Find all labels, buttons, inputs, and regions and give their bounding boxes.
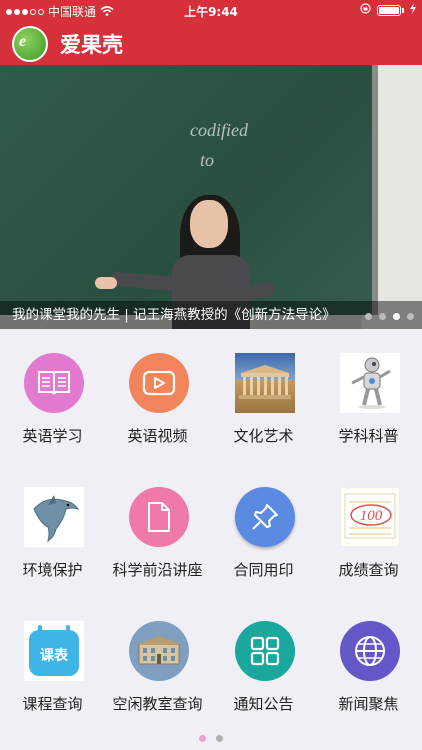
- document-icon: [129, 487, 189, 547]
- status-right: [360, 3, 416, 17]
- app-bar: e 爱果壳: [0, 22, 422, 65]
- robot-icon: [340, 353, 400, 413]
- score-paper-icon: 100: [340, 487, 400, 547]
- grid-item-label: 空闲教室查询: [112, 695, 203, 713]
- grid-item-label: 成绩查询: [338, 561, 399, 579]
- banner-pagination[interactable]: [365, 313, 414, 320]
- dolphin-icon: [24, 487, 84, 547]
- grid-item-label: 科学前沿讲座: [112, 561, 203, 579]
- grid-item-english-video[interactable]: 英语视频: [105, 329, 210, 462]
- page-dot-active[interactable]: [199, 735, 206, 742]
- banner-caption-text: 我的课堂我的先生 | 记王海燕教授的《创新方法导论》: [12, 307, 336, 323]
- logo-letter: e: [19, 32, 27, 50]
- calendar-icon: 课表: [24, 621, 84, 681]
- grid-icon: [235, 621, 295, 681]
- pushpin-icon: [235, 487, 295, 547]
- score-text: 100: [360, 508, 383, 524]
- orientation-lock-icon: [360, 3, 371, 17]
- banner-dot[interactable]: [365, 313, 372, 320]
- app-logo[interactable]: e: [12, 25, 48, 62]
- grid-item-contract-seal[interactable]: 合同用印: [211, 463, 316, 596]
- banner-dot[interactable]: [407, 313, 414, 320]
- grid-item-label: 通知公告: [233, 695, 294, 713]
- battery-tip: [402, 7, 404, 13]
- banner-caption[interactable]: 我的课堂我的先生 | 记王海燕教授的《创新方法导论》: [0, 301, 422, 329]
- feature-grid: 英语学习 英语视频 文化艺术 学科科普 环境保护 科学前沿讲座 合同用印 100…: [0, 329, 422, 730]
- building-icon: [129, 621, 189, 681]
- book-icon: [24, 353, 84, 413]
- grid-item-science[interactable]: 学科科普: [316, 329, 421, 462]
- grid-item-english-study[interactable]: 英语学习: [0, 329, 105, 462]
- banner-dot[interactable]: [379, 313, 386, 320]
- app-title: 爱果壳: [60, 32, 123, 57]
- status-time: 上午9:44: [184, 5, 238, 19]
- play-icon: [129, 353, 189, 413]
- grid-item-culture-art[interactable]: 文化艺术: [211, 329, 316, 462]
- status-bar: 中国联通 上午9:44: [0, 0, 422, 22]
- grid-item-course-query[interactable]: 课表 课程查询: [0, 597, 105, 730]
- grid-item-label: 课程查询: [22, 695, 83, 713]
- grid-item-environment[interactable]: 环境保护: [0, 463, 105, 596]
- grid-item-label: 合同用印: [233, 561, 294, 579]
- grid-item-science-lectures[interactable]: 科学前沿讲座: [105, 463, 210, 596]
- globe-icon: [340, 621, 400, 681]
- grid-item-label: 学科科普: [338, 427, 399, 445]
- grid-item-score-query[interactable]: 100 成绩查询: [316, 463, 421, 596]
- grid-item-label: 文化艺术: [233, 427, 294, 445]
- banner-carousel[interactable]: codified to 我的课堂我的先生 | 记王海燕教授的《创新方法导论》: [0, 65, 422, 329]
- grid-item-label: 环境保护: [22, 561, 83, 579]
- page-indicator[interactable]: [0, 735, 422, 742]
- grid-item-notices[interactable]: 通知公告: [211, 597, 316, 730]
- chalk-text-1: codified: [190, 120, 248, 140]
- grid-item-news[interactable]: 新闻聚焦: [316, 597, 421, 730]
- grid-item-label: 英语学习: [22, 427, 83, 445]
- grid-item-label: 新闻聚焦: [338, 695, 399, 713]
- schedule-text: 课表: [40, 647, 69, 664]
- grid-item-label: 英语视频: [127, 427, 188, 445]
- grid-item-free-classroom[interactable]: 空闲教室查询: [105, 597, 210, 730]
- parthenon-photo-icon: [235, 353, 295, 413]
- charging-icon: [410, 3, 416, 17]
- banner-dot-active[interactable]: [393, 313, 400, 320]
- page-dot[interactable]: [216, 735, 223, 742]
- battery-icon: [377, 4, 401, 16]
